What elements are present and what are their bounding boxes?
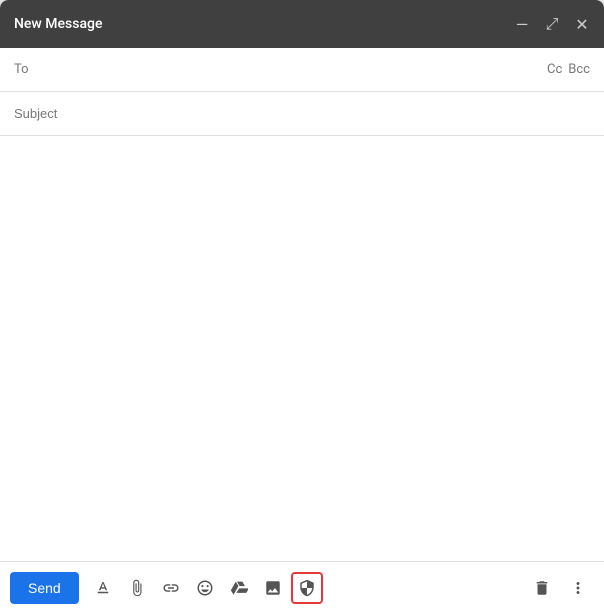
emoji-icon[interactable] xyxy=(189,572,221,604)
cc-link[interactable]: Cc xyxy=(547,62,562,77)
bcc-link[interactable]: Bcc xyxy=(568,62,590,77)
subject-row xyxy=(0,92,604,136)
body-input[interactable] xyxy=(14,146,590,551)
cc-bcc-links: Cc Bcc xyxy=(547,62,590,77)
attach-icon[interactable] xyxy=(121,572,153,604)
formatting-icon[interactable] xyxy=(87,572,119,604)
title-controls: — ⤢ ✕ xyxy=(514,16,590,32)
to-input[interactable] xyxy=(42,62,547,77)
send-button[interactable]: Send xyxy=(10,572,79,604)
close-button[interactable]: ✕ xyxy=(574,16,590,32)
photo-icon[interactable] xyxy=(257,572,289,604)
toolbar: Send xyxy=(0,561,604,613)
body-area[interactable] xyxy=(0,136,604,561)
more-options-icon[interactable] xyxy=(562,572,594,604)
confidential-icon[interactable] xyxy=(291,572,323,604)
link-icon[interactable] xyxy=(155,572,187,604)
toolbar-right xyxy=(526,572,594,604)
to-row: To Cc Bcc xyxy=(0,48,604,92)
subject-input[interactable] xyxy=(14,106,590,121)
compose-window: New Message — ⤢ ✕ To Cc Bcc Send xyxy=(0,0,604,613)
toolbar-icons xyxy=(87,572,526,604)
minimize-button[interactable]: — xyxy=(514,16,530,32)
drive-icon[interactable] xyxy=(223,572,255,604)
to-label: To xyxy=(14,62,34,77)
delete-icon[interactable] xyxy=(526,572,558,604)
expand-button[interactable]: ⤢ xyxy=(544,16,560,32)
window-title: New Message xyxy=(14,16,102,32)
title-bar: New Message — ⤢ ✕ xyxy=(0,0,604,48)
